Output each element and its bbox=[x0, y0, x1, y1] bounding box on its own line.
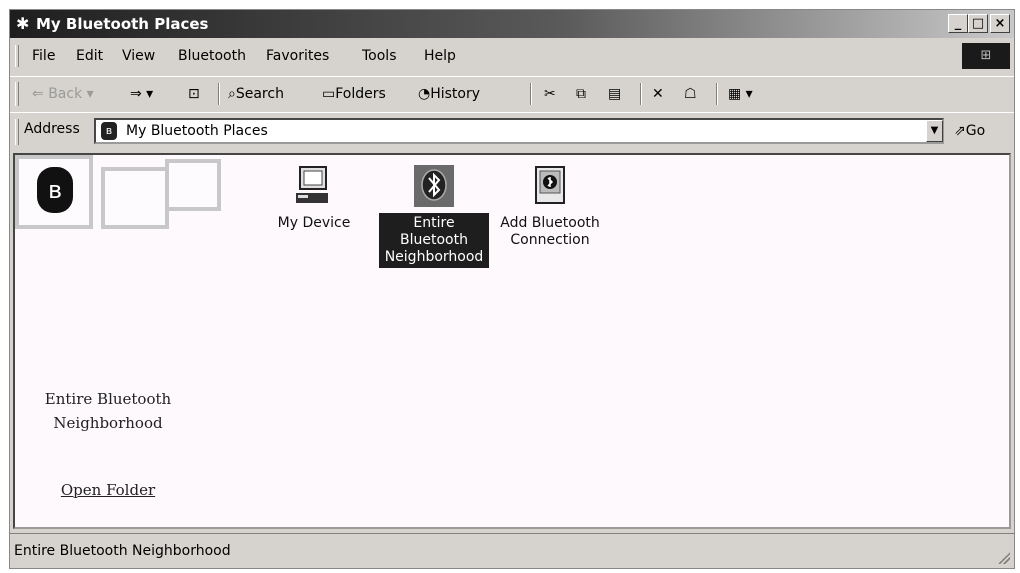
go-label: Go bbox=[965, 123, 986, 139]
cut-button[interactable]: ✂ bbox=[544, 77, 556, 111]
item-label: Entire Bluetooth Neighborhood bbox=[379, 213, 489, 268]
address-grip[interactable] bbox=[15, 119, 19, 145]
up-folder-button[interactable]: ⊡ bbox=[188, 77, 200, 111]
back-arrow-icon: ⇐ bbox=[32, 86, 44, 102]
scissors-icon: ✂ bbox=[544, 86, 556, 102]
folders-button[interactable]: ▭Folders bbox=[322, 77, 386, 111]
status-text: Entire Bluetooth Neighborhood bbox=[14, 543, 231, 559]
properties-icon: ☖ bbox=[684, 86, 697, 102]
back-button[interactable]: ⇐ Back ▾ bbox=[32, 77, 94, 111]
standard-toolbar: ⇐ Back ▾ ⇒ ▾ ⊡ ⌕Search ▭Folders ◔History… bbox=[10, 76, 1014, 111]
properties-button[interactable]: ☖ bbox=[684, 77, 697, 111]
folders-label: Folders bbox=[335, 86, 386, 102]
minimize-button[interactable]: _ bbox=[948, 14, 968, 33]
bluetooth-globe-icon bbox=[414, 165, 454, 207]
menu-bar: File Edit View Bluetooth Favorites Tools… bbox=[10, 41, 1014, 71]
toolbar-separator bbox=[530, 83, 532, 105]
menu-bluetooth[interactable]: Bluetooth bbox=[178, 41, 246, 71]
toolbar-separator bbox=[218, 83, 220, 105]
banner-decor bbox=[101, 167, 169, 229]
status-bar: Entire Bluetooth Neighborhood bbox=[10, 533, 1014, 568]
address-value: My Bluetooth Places bbox=[126, 123, 268, 139]
menu-file[interactable]: File bbox=[32, 41, 55, 71]
history-icon: ◔ bbox=[418, 86, 431, 102]
toolbar-separator bbox=[640, 83, 642, 105]
back-label: Back bbox=[48, 86, 83, 102]
address-dropdown-button[interactable]: ▼ bbox=[926, 120, 943, 142]
menu-edit[interactable]: Edit bbox=[76, 41, 103, 71]
bluetooth-app-icon: ✱ bbox=[16, 14, 30, 33]
forward-button[interactable]: ⇒ ▾ bbox=[130, 77, 153, 111]
bluetooth-icon: ʙ bbox=[101, 122, 117, 140]
address-input[interactable]: ʙ My Bluetooth Places bbox=[94, 118, 944, 144]
copy-button[interactable]: ⧉ bbox=[576, 77, 586, 111]
menu-grip[interactable] bbox=[15, 45, 19, 67]
up-folder-icon: ⊡ bbox=[188, 86, 200, 102]
bluetooth-banner: ʙ bbox=[15, 155, 245, 255]
go-button[interactable]: ⇗Go bbox=[954, 120, 985, 142]
paste-icon: ▤ bbox=[608, 86, 622, 102]
item-my-device[interactable]: My Device bbox=[255, 155, 373, 234]
explorer-window: ✱ My Bluetooth Places _ □ × File Edit Vi… bbox=[9, 9, 1015, 569]
window-title: My Bluetooth Places bbox=[36, 15, 209, 33]
bluetooth-logo-icon: ʙ bbox=[37, 167, 73, 213]
history-button[interactable]: ◔History bbox=[418, 77, 480, 111]
address-bar: Address ʙ My Bluetooth Places ▼ ⇗Go bbox=[10, 112, 1014, 151]
banner-decor bbox=[165, 159, 221, 211]
paste-button[interactable]: ▤ bbox=[608, 77, 621, 111]
folder-view[interactable]: ʙ Entire Bluetooth Neighborhood Open Fol… bbox=[13, 153, 1011, 529]
close-button[interactable]: × bbox=[990, 14, 1010, 33]
windows-logo-icon: ⊞ bbox=[962, 43, 1010, 69]
item-add-bluetooth-connection[interactable]: Add Bluetooth Connection bbox=[491, 155, 609, 251]
menu-tools[interactable]: Tools bbox=[362, 41, 397, 71]
toolbar-separator bbox=[716, 83, 718, 105]
maximize-button[interactable]: □ bbox=[968, 14, 988, 33]
item-label: My Device bbox=[277, 215, 351, 231]
views-button[interactable]: ▦ ▾ bbox=[728, 77, 753, 111]
delete-button[interactable]: ✕ bbox=[652, 77, 664, 111]
go-arrow-icon: ⇗ bbox=[954, 123, 966, 139]
title-bar[interactable]: ✱ My Bluetooth Places _ □ × bbox=[10, 10, 1014, 38]
folders-icon: ▭ bbox=[322, 86, 336, 102]
search-icon: ⌕ bbox=[228, 86, 236, 102]
menu-view[interactable]: View bbox=[122, 41, 155, 71]
history-label: History bbox=[430, 86, 481, 102]
search-button[interactable]: ⌕Search bbox=[228, 77, 284, 111]
resize-grip-icon[interactable] bbox=[998, 552, 1010, 564]
item-entire-bluetooth-neighborhood[interactable]: Entire Bluetooth Neighborhood bbox=[375, 155, 493, 268]
toolbar-grip[interactable] bbox=[15, 82, 19, 106]
open-folder-link[interactable]: Open Folder bbox=[33, 481, 183, 499]
forward-arrow-icon: ⇒ bbox=[130, 86, 142, 102]
add-connection-icon bbox=[530, 165, 570, 207]
search-label: Search bbox=[235, 86, 284, 102]
delete-x-icon: ✕ bbox=[652, 86, 664, 102]
menu-help[interactable]: Help bbox=[424, 41, 456, 71]
address-label: Address bbox=[24, 121, 80, 137]
views-grid-icon: ▦ bbox=[728, 86, 742, 102]
computer-icon bbox=[294, 165, 334, 207]
item-label: Add Bluetooth Connection bbox=[500, 215, 600, 248]
sidebar-title: Entire Bluetooth Neighborhood bbox=[44, 390, 172, 432]
menu-favorites[interactable]: Favorites bbox=[266, 41, 329, 71]
copy-icon: ⧉ bbox=[576, 86, 586, 102]
chevron-down-icon: ▼ bbox=[930, 125, 939, 136]
